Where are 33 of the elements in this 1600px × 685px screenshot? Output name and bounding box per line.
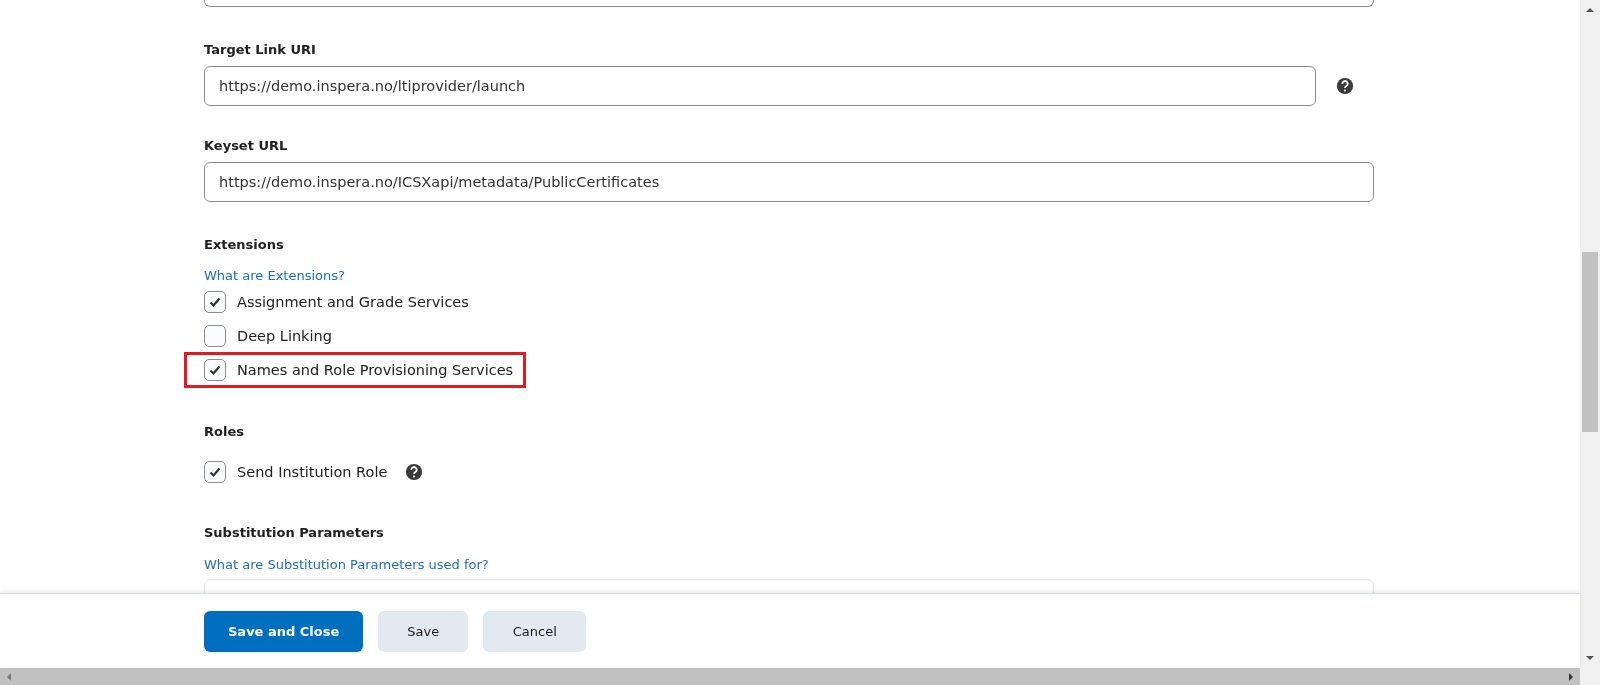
checkbox[interactable] — [204, 359, 226, 381]
checkbox-label: Assignment and Grade Services — [237, 294, 469, 310]
checkbox[interactable] — [204, 461, 226, 483]
scroll-down-icon[interactable] — [1585, 653, 1595, 663]
field-label: Target Link URI — [204, 41, 317, 59]
substitution-help-link[interactable]: What are Substitution Parameters used for? — [204, 556, 489, 574]
cancel-button[interactable]: Cancel — [483, 610, 587, 652]
input-field[interactable]: https://demo.inspera.no/ICSXapi/metadata/PublicCertificates — [204, 162, 1374, 202]
checkbox[interactable] — [204, 325, 226, 347]
checkbox-label: Deep Linking — [237, 328, 332, 344]
section-label: Extensions — [204, 236, 285, 254]
extensions-help-link[interactable]: What are Extensions? — [204, 267, 345, 285]
save-and-close-button[interactable]: Save and Close — [204, 610, 364, 652]
input-field[interactable]: https://demo.inspera.no/ltiprovider/launch — [204, 66, 1316, 106]
save-button[interactable]: Save — [378, 610, 469, 652]
checkmark-icon — [208, 465, 222, 479]
section-label: Substitution Parameters — [204, 524, 385, 542]
checkmark-icon — [208, 295, 222, 309]
scroll-up-icon[interactable] — [1585, 5, 1595, 15]
scroll-right-icon[interactable] — [1566, 671, 1576, 682]
horizontal-scrollbar[interactable] — [0, 668, 1600, 685]
checkbox[interactable] — [204, 291, 226, 313]
field-label: Keyset URL — [204, 137, 289, 155]
help-icon[interactable] — [1336, 77, 1354, 95]
scrollbar-corner — [1580, 668, 1600, 685]
section-label: Roles — [204, 423, 245, 441]
help-icon[interactable] — [405, 463, 424, 481]
checkbox-label: Names and Role Provisioning Services — [237, 362, 514, 378]
input-field[interactable] — [204, 0, 1374, 7]
scrollbar-thumb[interactable] — [1582, 252, 1598, 432]
checkmark-icon — [208, 363, 222, 377]
checkbox-label: Send Institution Role — [237, 464, 388, 480]
vertical-scrollbar[interactable] — [1580, 0, 1600, 668]
